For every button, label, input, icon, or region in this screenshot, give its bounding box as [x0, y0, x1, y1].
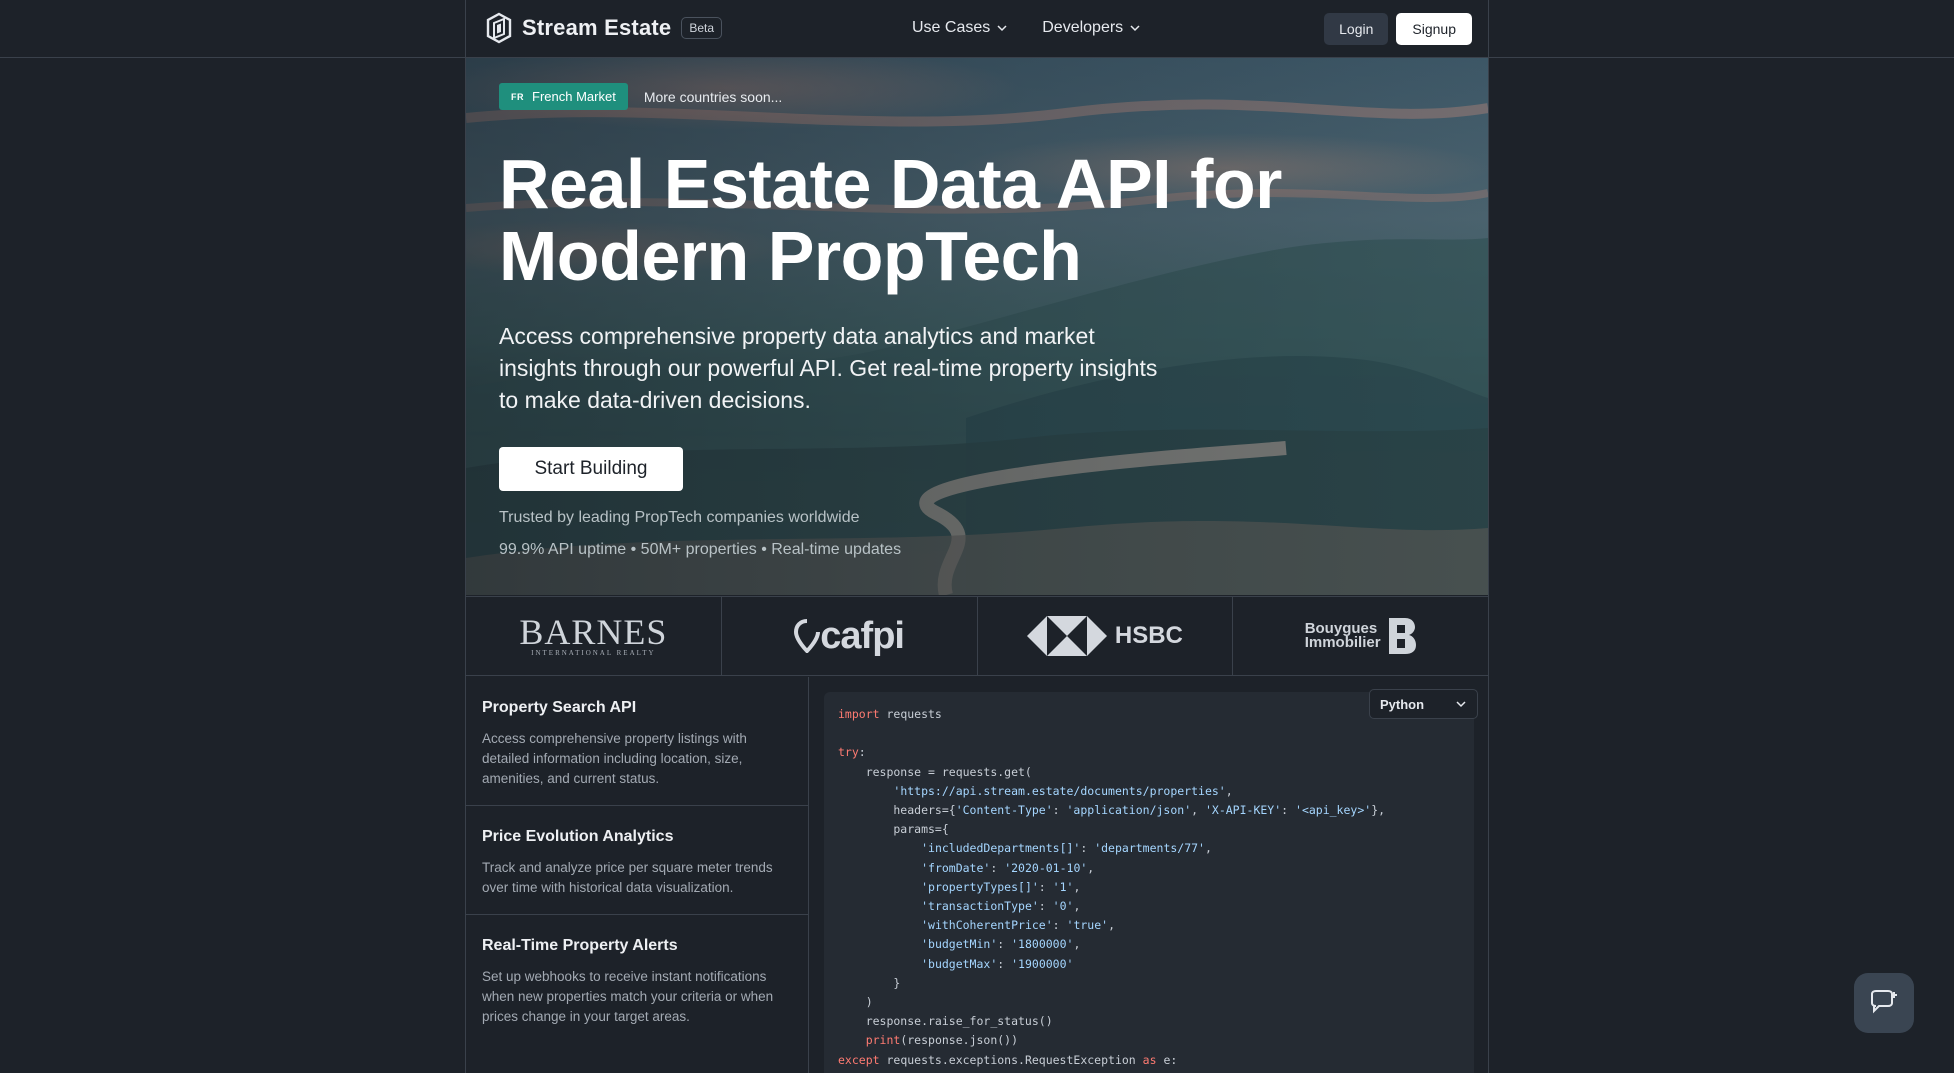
code-token: 'budgetMin'	[921, 937, 998, 952]
beta-badge: Beta	[681, 17, 723, 39]
code-token: 'transactionType'	[921, 899, 1039, 914]
code-token: params={	[838, 822, 949, 837]
code-token: as	[1142, 1052, 1157, 1067]
code-token: }	[838, 975, 901, 990]
code-token: 'fromDate'	[921, 860, 991, 875]
logo-bouygues: Bouygues Immobilier	[1233, 597, 1488, 675]
logo-cafpi: cafpi	[722, 597, 978, 675]
partner-logos: BARNES INTERNATIONAL REALTY cafpi HSBC B…	[466, 596, 1488, 676]
code-token: )	[838, 995, 873, 1010]
start-building-button[interactable]: Start Building	[499, 447, 683, 491]
code-token: 'includedDepartments[]'	[921, 841, 1081, 856]
main-nav: Use Cases Developers	[912, 19, 1141, 37]
feature-list: Property Search API Access comprehensive…	[466, 677, 808, 1073]
stream-estate-logo-icon	[486, 12, 512, 44]
code-token: 'departments/77'	[1094, 841, 1205, 856]
code-sample[interactable]: import requests try: response = requests…	[838, 705, 1385, 1070]
bouygues-b-icon	[1388, 618, 1416, 654]
logo-hsbc: HSBC	[978, 597, 1234, 675]
site-header: Stream Estate Beta Use Cases Developers …	[466, 0, 1488, 57]
nav-developers-label: Developers	[1042, 19, 1124, 36]
chevron-down-icon	[997, 25, 1007, 32]
brand-logo[interactable]: Stream Estate Beta	[486, 12, 723, 44]
feature-title: Real-Time Property Alerts	[482, 937, 678, 954]
nav-developers[interactable]: Developers	[1042, 19, 1141, 37]
brand-name: Stream Estate	[522, 15, 672, 40]
feature-property-search[interactable]: Property Search API Access comprehensive…	[466, 677, 808, 806]
feature-property-alerts[interactable]: Real-Time Property Alerts Set up webhook…	[466, 915, 808, 1043]
code-token: 'https://api.stream.estate/documents/pro…	[893, 783, 1226, 798]
hero-title-line2: Modern PropTech	[499, 217, 1082, 295]
feature-title: Property Search API	[482, 699, 637, 716]
feature-description: Set up webhooks to receive instant notif…	[482, 969, 774, 1024]
french-market-badge[interactable]: FR French Market	[499, 83, 628, 110]
auth-buttons: Login Signup	[1324, 13, 1472, 45]
feature-divider	[808, 677, 809, 1073]
hsbc-wordmark: HSBC	[1114, 622, 1183, 649]
hsbc-hexagon-icon	[1026, 616, 1107, 656]
language-select[interactable]: Python	[1369, 689, 1478, 719]
code-token: import	[838, 707, 880, 721]
code-token: '1'	[1052, 879, 1074, 894]
code-token: response.raise_for_status()	[838, 1014, 1053, 1029]
language-label: Python	[1380, 696, 1425, 712]
feature-price-evolution[interactable]: Price Evolution Analytics Track and anal…	[466, 806, 808, 915]
code-token: 'budgetMax'	[921, 956, 998, 971]
code-token: print	[865, 1033, 901, 1048]
code-token: 'true'	[1066, 918, 1109, 933]
chevron-down-icon	[1456, 701, 1466, 708]
more-countries-text: More countries soon...	[643, 88, 783, 105]
code-token: 'withCoherentPrice'	[921, 918, 1053, 933]
bouygues-line2: Immobilier	[1304, 634, 1381, 651]
code-token: '0'	[1052, 899, 1074, 914]
french-market-label: French Market	[532, 89, 616, 104]
stats-text: 99.9% API uptime • 50M+ properties • Rea…	[499, 541, 902, 558]
login-button[interactable]: Login	[1324, 13, 1389, 45]
code-token: 'propertyTypes[]'	[921, 879, 1039, 894]
code-token: except	[838, 1052, 880, 1067]
signup-button[interactable]: Signup	[1396, 13, 1472, 45]
feature-title: Price Evolution Analytics	[482, 828, 674, 845]
nav-use-cases-label: Use Cases	[912, 19, 991, 36]
code-token: 'Content-Type'	[955, 803, 1053, 818]
code-token: requests.exceptions.RequestException	[879, 1052, 1143, 1067]
code-token: '<api_key>'	[1295, 803, 1372, 818]
code-token: (response.json())	[900, 1033, 1019, 1048]
barnes-wordmark: BARNES	[519, 612, 668, 652]
chat-widget-button[interactable]	[1854, 973, 1914, 1033]
cafpi-wordmark: cafpi	[820, 614, 905, 657]
code-token: '1800000'	[1011, 937, 1074, 952]
trusted-text: Trusted by leading PropTech companies wo…	[499, 509, 860, 526]
barnes-subtitle: INTERNATIONAL REALTY	[531, 649, 656, 657]
code-token: '2020-01-10'	[1004, 860, 1088, 875]
hero-subtitle: Access comprehensive property data analy…	[499, 323, 1158, 413]
nav-use-cases[interactable]: Use Cases	[912, 19, 1008, 37]
code-token: 'X-API-KEY'	[1204, 803, 1282, 818]
hero-title-line1: Real Estate Data API for	[499, 145, 1282, 223]
logo-barnes: BARNES INTERNATIONAL REALTY	[466, 597, 722, 675]
hero-section: FR French Market More countries soon... …	[466, 58, 1488, 595]
code-token: requests	[879, 707, 942, 721]
code-token: 'application/json'	[1066, 803, 1192, 818]
hero-title: Real Estate Data API for Modern PropTech	[499, 148, 1399, 292]
country-code: FR	[511, 91, 524, 102]
feature-description: Track and analyze price per square meter…	[482, 860, 773, 895]
chat-icon	[1871, 990, 1897, 1014]
chevron-down-icon	[1130, 25, 1140, 32]
cafpi-pin-icon	[794, 619, 821, 653]
code-token: try	[838, 745, 859, 760]
code-token: response = requests.get(	[838, 764, 1032, 779]
code-token: headers={	[838, 803, 956, 818]
code-token: e:	[1156, 1052, 1178, 1067]
market-pills: FR French Market More countries soon...	[499, 83, 782, 110]
code-token: '1900000'	[1011, 956, 1074, 971]
feature-description: Access comprehensive property listings w…	[482, 731, 747, 786]
